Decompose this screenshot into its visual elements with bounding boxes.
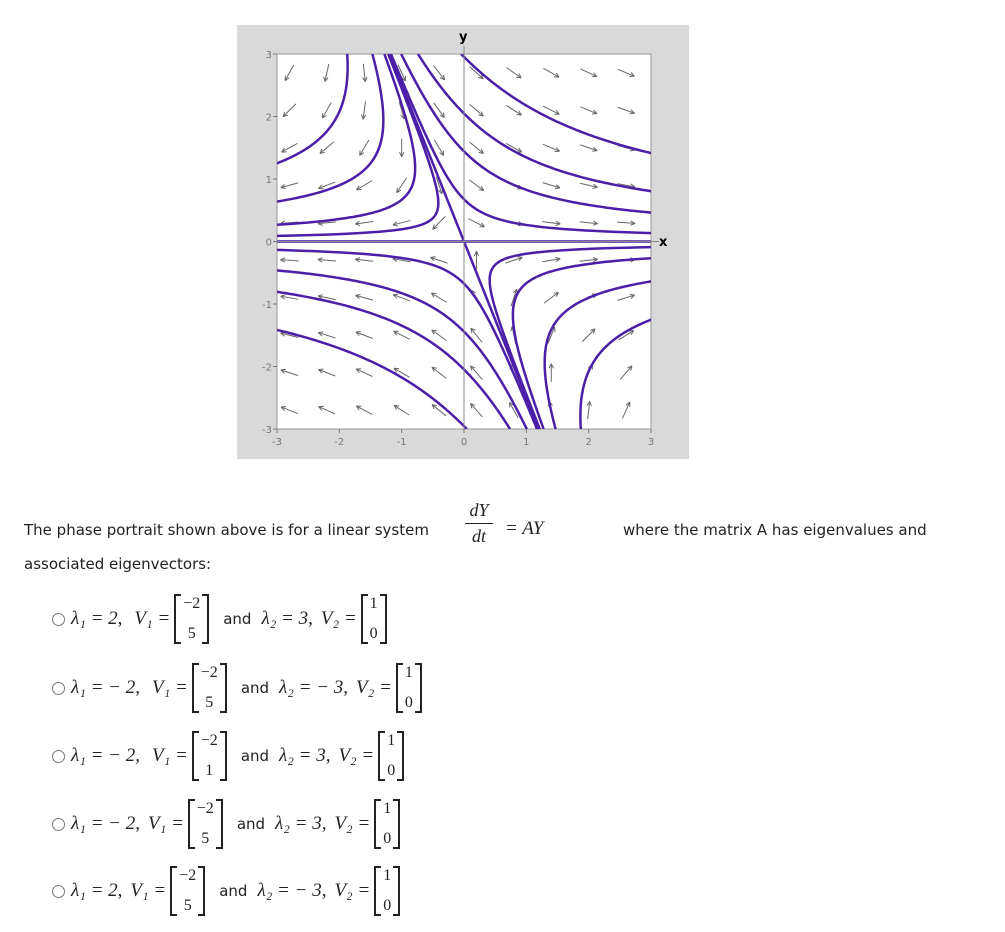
v2-label: V₂ =: [334, 813, 371, 834]
v1-label: V₁ =: [130, 880, 167, 901]
x-tick-label: 3: [648, 437, 654, 448]
answer-option[interactable]: λ₁ = 2, V₁ = −2 5 and λ₂ = 3, V₂ = 10: [52, 594, 391, 644]
v2-vector: 10: [395, 663, 422, 713]
radio-button[interactable]: [52, 681, 65, 695]
v1-label: V₁ =: [151, 745, 188, 766]
v1-bottom: 1: [205, 762, 214, 779]
v1-bottom: 5: [201, 830, 210, 847]
v2-label: V₂ =: [356, 677, 392, 698]
and-text: and: [219, 882, 248, 900]
v2-bottom: 0: [387, 762, 396, 779]
v1-vector: −2 1: [191, 731, 227, 781]
x-tick-label: 1: [523, 437, 529, 448]
question-text-3: associated eigenvectors:: [24, 555, 212, 573]
question-text-1: The phase portrait shown above is for a …: [24, 521, 429, 539]
radio-button[interactable]: [52, 884, 65, 898]
y-tick-label: -3: [262, 425, 272, 436]
lambda1: λ₁ = 2,: [71, 608, 123, 629]
v1-bottom: 5: [187, 625, 196, 642]
phase-portrait: -3 -2 -1 0 1 2 3 3 2 1 0 -1 -2 -3 x y: [237, 25, 689, 459]
x-axis-label: x: [659, 235, 668, 250]
equation-rhs: = AY: [505, 518, 544, 539]
y-tick-label: 1: [266, 175, 272, 186]
v2-vector: 10: [360, 594, 387, 644]
v1-top: −2: [196, 800, 214, 817]
lambda2: λ₂ = − 3,: [279, 677, 349, 698]
lambda1: λ₁ = − 2,: [71, 677, 140, 698]
v1-label: V₁ =: [147, 813, 184, 834]
v2-vector: 10: [374, 866, 401, 916]
fraction-denominator: dt: [471, 526, 486, 546]
x-tick-label: 2: [585, 437, 591, 448]
y-tick-label: 0: [266, 238, 272, 249]
and-text: and: [223, 610, 252, 628]
v2-top: 1: [383, 867, 392, 884]
v2-vector: 10: [374, 799, 401, 849]
v1-bottom: 5: [183, 897, 192, 914]
v1-top: −2: [179, 867, 197, 884]
x-tick-label: -2: [334, 437, 344, 448]
v2-top: 1: [387, 732, 396, 749]
y-tick-label: 3: [266, 50, 272, 61]
v2-label: V₂ =: [334, 880, 371, 901]
fraction-numerator: dY: [469, 500, 489, 520]
v2-top: 1: [404, 664, 413, 681]
v2-vector: 10: [378, 731, 405, 781]
x-tick-label: -1: [397, 437, 407, 448]
v2-bottom: 0: [383, 897, 392, 914]
v1-label: V₁ =: [134, 608, 171, 629]
answer-option[interactable]: λ₁ = − 2, V₁ = −2 5 and λ₂ = − 3, V₂ = 10: [52, 663, 426, 713]
lambda2: λ₂ = 3,: [275, 813, 327, 834]
v2-top: 1: [369, 595, 378, 612]
x-tick-label: -3: [272, 437, 282, 448]
answer-option[interactable]: λ₁ = − 2, V₁ = −2 5 and λ₂ = 3, V₂ = 10: [52, 799, 404, 849]
derivative-fraction: dY dt: [465, 500, 493, 547]
lambda1: λ₁ = 2,: [71, 880, 123, 901]
v2-bottom: 0: [404, 694, 413, 711]
v1-top: −2: [200, 732, 218, 749]
v2-label: V₂ =: [338, 745, 375, 766]
v1-vector: −2 5: [187, 799, 223, 849]
v2-bottom: 0: [383, 830, 392, 847]
y-axis-label: y: [459, 30, 468, 45]
v1-bottom: 5: [205, 694, 214, 711]
v1-vector: −2 5: [174, 594, 210, 644]
radio-button[interactable]: [52, 749, 65, 763]
v2-top: 1: [383, 800, 392, 817]
lambda1: λ₁ = − 2,: [71, 813, 140, 834]
v2-bottom: 0: [369, 625, 378, 642]
lambda2: λ₂ = − 3,: [257, 880, 327, 901]
v1-top: −2: [200, 664, 218, 681]
radio-button[interactable]: [52, 817, 65, 831]
lambda1: λ₁ = − 2,: [71, 745, 140, 766]
y-tick-label: 2: [266, 113, 272, 124]
v2-label: V₂ =: [320, 608, 357, 629]
x-tick-label: 0: [461, 437, 467, 448]
answer-option[interactable]: λ₁ = − 2, V₁ = −2 1 and λ₂ = 3, V₂ = 10: [52, 731, 408, 781]
answer-option[interactable]: λ₁ = 2, V₁ = −2 5 and λ₂ = − 3, V₂ = 10: [52, 866, 404, 916]
v1-vector: −2 5: [191, 663, 227, 713]
v1-label: V₁ =: [151, 677, 188, 698]
lambda2: λ₂ = 3,: [261, 608, 313, 629]
and-text: and: [236, 815, 266, 833]
y-tick-label: -1: [262, 300, 272, 311]
v1-top: −2: [183, 595, 201, 612]
v1-vector: −2 5: [170, 866, 206, 916]
and-text: and: [240, 679, 270, 697]
radio-button[interactable]: [52, 612, 65, 626]
y-tick-label: -2: [262, 363, 272, 374]
and-text: and: [240, 747, 270, 765]
question-text-2: where the matrix A has eigenvalues and: [623, 521, 927, 539]
lambda2: λ₂ = 3,: [279, 745, 331, 766]
